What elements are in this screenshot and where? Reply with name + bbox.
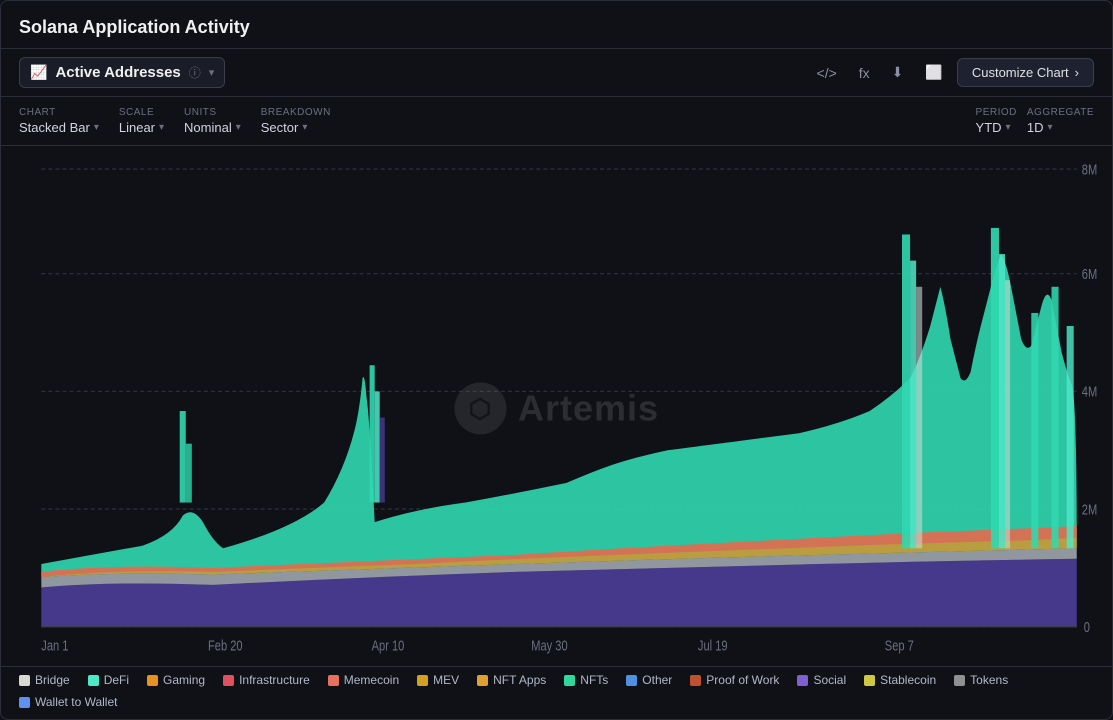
period-value-btn[interactable]: YTD ▾ bbox=[976, 120, 1011, 135]
units-value-btn[interactable]: Nominal ▾ bbox=[184, 120, 241, 135]
controls-row: CHART Stacked Bar ▾ SCALE Linear ▾ UNITS… bbox=[1, 97, 1112, 146]
header-row: 📈 Active Addresses ⓘ ▾ </> fx ⬇ ⬜ Custom… bbox=[1, 49, 1112, 97]
legend-color-swatch bbox=[328, 675, 339, 686]
scale-label: SCALE bbox=[119, 107, 164, 118]
legend-label: Wallet to Wallet bbox=[35, 695, 117, 709]
legend-label: Tokens bbox=[970, 673, 1008, 687]
aggregate-control: AGGREGATE 1D ▾ bbox=[1027, 107, 1094, 135]
legend-item: Proof of Work bbox=[690, 673, 779, 687]
legend-item: Wallet to Wallet bbox=[19, 695, 117, 709]
svg-text:6M: 6M bbox=[1082, 265, 1097, 282]
legend-label: NFTs bbox=[580, 673, 608, 687]
scale-control: SCALE Linear ▾ bbox=[119, 103, 174, 139]
header-tools: </> fx ⬇ ⬜ Customize Chart › bbox=[809, 58, 1094, 87]
legend-color-swatch bbox=[19, 697, 30, 708]
legend-label: NFT Apps bbox=[493, 673, 546, 687]
chart-control: CHART Stacked Bar ▾ bbox=[19, 103, 109, 139]
svg-text:Apr 10: Apr 10 bbox=[372, 637, 405, 654]
legend-label: Infrastructure bbox=[239, 673, 310, 687]
legend-item: NFT Apps bbox=[477, 673, 546, 687]
svg-text:2M: 2M bbox=[1082, 501, 1097, 518]
legend-color-swatch bbox=[88, 675, 99, 686]
legend-item: Gaming bbox=[147, 673, 205, 687]
legend-item: Memecoin bbox=[328, 673, 399, 687]
legend-item: MEV bbox=[417, 673, 459, 687]
legend-label: Proof of Work bbox=[706, 673, 779, 687]
chart-value-btn[interactable]: Stacked Bar ▾ bbox=[19, 120, 99, 135]
download-button[interactable]: ⬇ bbox=[884, 59, 912, 86]
legend-item: NFTs bbox=[564, 673, 608, 687]
svg-text:Feb 20: Feb 20 bbox=[208, 637, 243, 654]
fx-button[interactable]: fx bbox=[851, 60, 878, 86]
legend-label: Memecoin bbox=[344, 673, 399, 687]
legend-item: Social bbox=[797, 673, 846, 687]
chart-svg: .grid-line { stroke: #2a2d3a; stroke-wid… bbox=[11, 156, 1102, 666]
legend-label: Other bbox=[642, 673, 672, 687]
svg-text:Jul 19: Jul 19 bbox=[698, 637, 728, 654]
period-chevron-icon: ▾ bbox=[1006, 122, 1011, 133]
chart-wrapper: .grid-line { stroke: #2a2d3a; stroke-wid… bbox=[11, 156, 1102, 666]
chart-area: .grid-line { stroke: #2a2d3a; stroke-wid… bbox=[1, 146, 1112, 666]
units-control: UNITS Nominal ▾ bbox=[184, 103, 251, 139]
legend-color-swatch bbox=[223, 675, 234, 686]
legend-color-swatch bbox=[954, 675, 965, 686]
chart-chevron-icon: ▾ bbox=[94, 122, 99, 133]
legend-color-swatch bbox=[690, 675, 701, 686]
legend-item: Bridge bbox=[19, 673, 70, 687]
aggregate-chevron-icon: ▾ bbox=[1048, 122, 1053, 133]
scale-value-btn[interactable]: Linear ▾ bbox=[119, 120, 164, 135]
legend-color-swatch bbox=[626, 675, 637, 686]
legend-item: Infrastructure bbox=[223, 673, 310, 687]
legend-item: DeFi bbox=[88, 673, 129, 687]
customize-chart-button[interactable]: Customize Chart › bbox=[957, 58, 1094, 87]
svg-text:Jan 1: Jan 1 bbox=[41, 637, 68, 654]
legend-color-swatch bbox=[564, 675, 575, 686]
right-controls: PERIOD YTD ▾ AGGREGATE 1D ▾ bbox=[976, 107, 1094, 135]
breakdown-control: BREAKDOWN Sector ▾ bbox=[261, 103, 341, 139]
legend-label: DeFi bbox=[104, 673, 129, 687]
main-container: Solana Application Activity 📈 Active Add… bbox=[0, 0, 1113, 720]
metric-label: Active Addresses bbox=[55, 64, 180, 81]
metric-selector[interactable]: 📈 Active Addresses ⓘ ▾ bbox=[19, 57, 225, 88]
legend-item: Tokens bbox=[954, 673, 1008, 687]
legend-color-swatch bbox=[864, 675, 875, 686]
legend-color-swatch bbox=[19, 675, 30, 686]
chart-legend: Bridge DeFi Gaming Infrastructure Memecoin ME… bbox=[1, 666, 1112, 719]
legend-label: MEV bbox=[433, 673, 459, 687]
legend-label: Bridge bbox=[35, 673, 70, 687]
legend-item: Other bbox=[626, 673, 672, 687]
period-label: PERIOD bbox=[976, 107, 1017, 118]
legend-color-swatch bbox=[417, 675, 428, 686]
info-icon[interactable]: ⓘ bbox=[189, 64, 201, 81]
legend-color-swatch bbox=[477, 675, 488, 686]
legend-color-swatch bbox=[147, 675, 158, 686]
svg-text:4M: 4M bbox=[1082, 383, 1097, 400]
svg-text:8M: 8M bbox=[1082, 161, 1097, 178]
legend-color-swatch bbox=[797, 675, 808, 686]
customize-chevron-icon: › bbox=[1075, 65, 1079, 80]
legend-label: Social bbox=[813, 673, 846, 687]
aggregate-label: AGGREGATE bbox=[1027, 107, 1094, 118]
legend-label: Gaming bbox=[163, 673, 205, 687]
camera-button[interactable]: ⬜ bbox=[917, 59, 950, 86]
chart-label: CHART bbox=[19, 107, 99, 118]
scale-chevron-icon: ▾ bbox=[159, 122, 164, 133]
svg-text:0: 0 bbox=[1084, 619, 1090, 636]
svg-text:Sep 7: Sep 7 bbox=[885, 637, 914, 654]
breakdown-value-btn[interactable]: Sector ▾ bbox=[261, 120, 331, 135]
aggregate-value-btn[interactable]: 1D ▾ bbox=[1027, 120, 1053, 135]
page-title: Solana Application Activity bbox=[19, 17, 250, 37]
breakdown-chevron-icon: ▾ bbox=[302, 122, 307, 133]
breakdown-label: BREAKDOWN bbox=[261, 107, 331, 118]
legend-label: Stablecoin bbox=[880, 673, 936, 687]
units-chevron-icon: ▾ bbox=[236, 122, 241, 133]
code-button[interactable]: </> bbox=[809, 60, 845, 86]
period-control: PERIOD YTD ▾ bbox=[976, 107, 1017, 135]
svg-text:May 30: May 30 bbox=[531, 637, 567, 654]
units-label: UNITS bbox=[184, 107, 241, 118]
title-bar: Solana Application Activity bbox=[1, 1, 1112, 49]
metric-icon: 📈 bbox=[30, 64, 47, 81]
legend-item: Stablecoin bbox=[864, 673, 936, 687]
chevron-down-icon: ▾ bbox=[209, 66, 215, 79]
